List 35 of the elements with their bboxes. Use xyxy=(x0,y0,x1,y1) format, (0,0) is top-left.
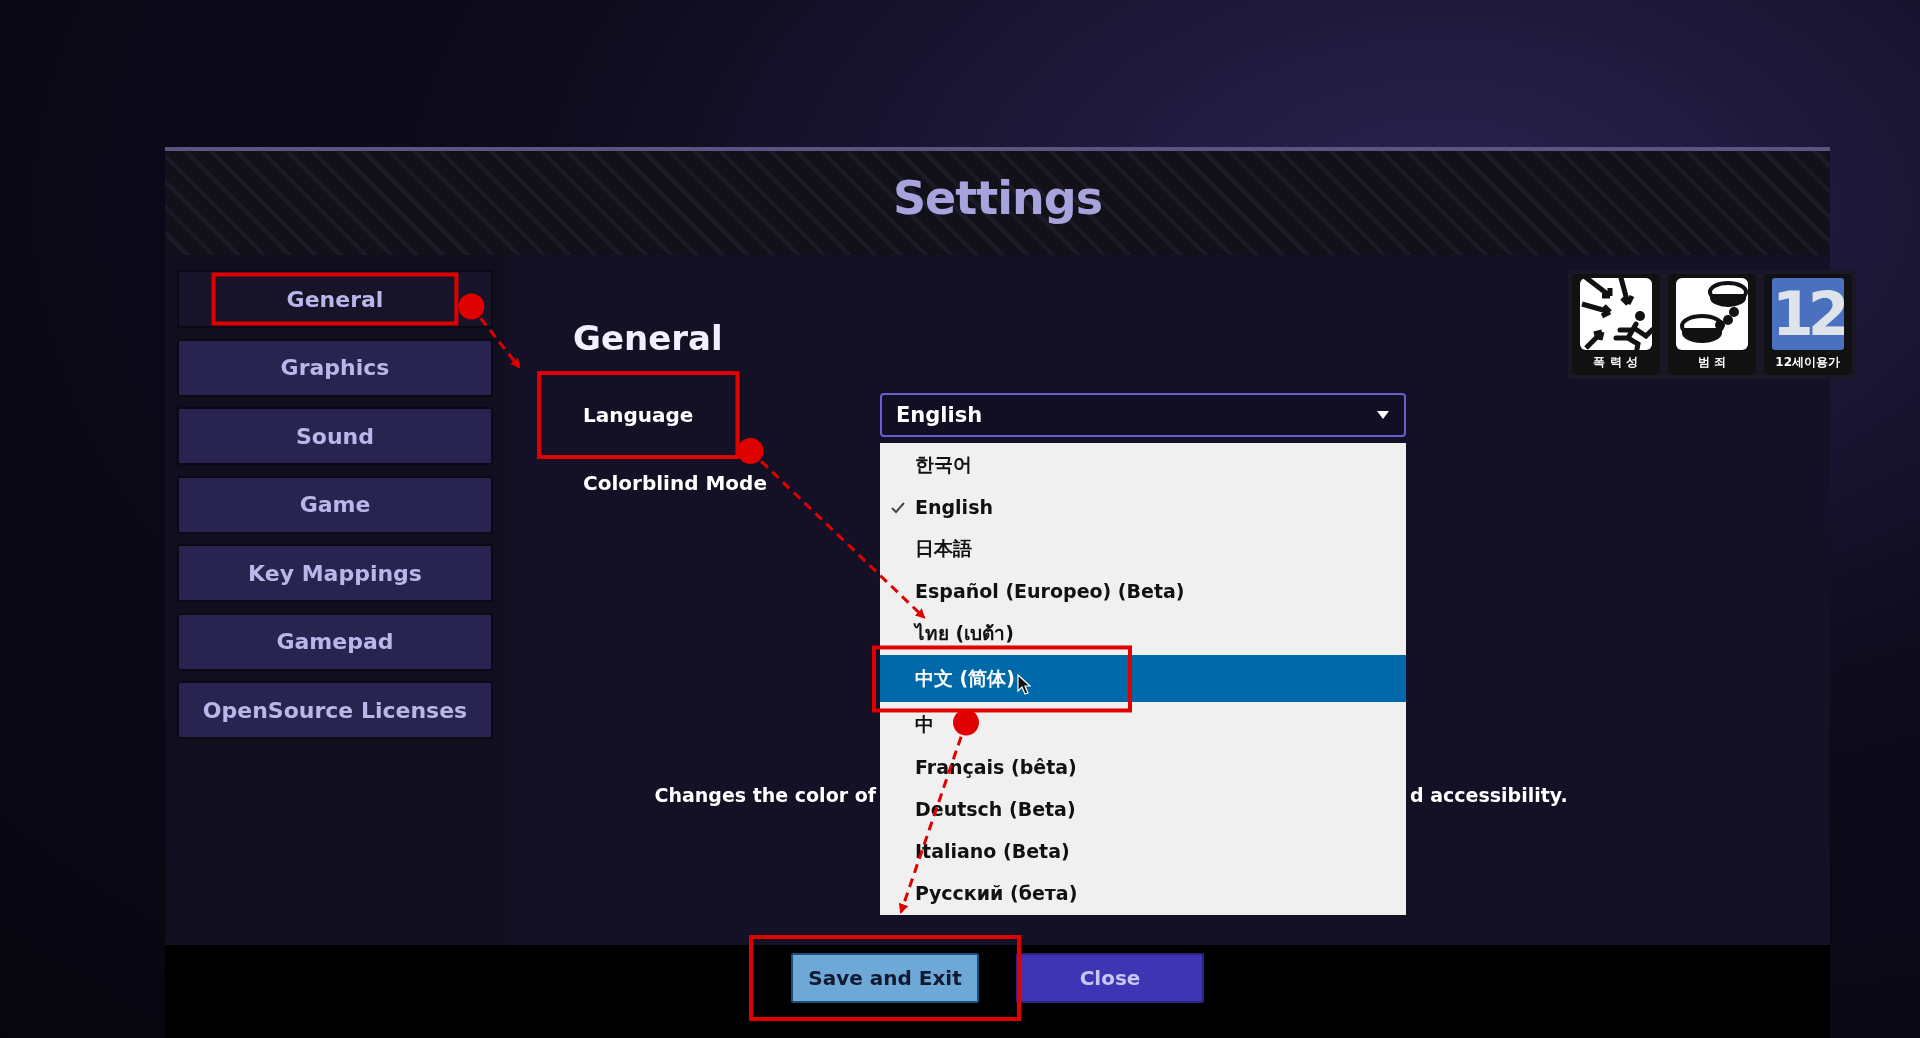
annotation-dot xyxy=(737,438,764,464)
setting-label: Language xyxy=(583,403,694,427)
language-dropdown[interactable]: English xyxy=(880,393,1406,437)
age-number: 12 xyxy=(1771,278,1844,350)
annotation-dot xyxy=(458,293,485,320)
setting-label: Colorblind Mode xyxy=(583,471,767,495)
dropdown-option[interactable]: 中 xyxy=(880,704,1406,745)
sidebar-tab[interactable]: Gamepad xyxy=(177,612,493,671)
dropdown-option[interactable]: 日本語 xyxy=(880,529,1406,570)
dropdown-option[interactable]: Italiano (Beta) xyxy=(880,830,1406,871)
dropdown-option[interactable]: Deutsch (Beta) xyxy=(880,788,1406,829)
sidebar-tab[interactable]: Graphics xyxy=(177,338,493,397)
window-title: Settings xyxy=(892,171,1103,225)
dropdown-option[interactable]: Français (bêta) xyxy=(880,746,1406,787)
description-text: d accessibility. xyxy=(1409,784,1568,806)
badge-label: 12세이용가 xyxy=(1775,354,1840,371)
sidebar-tab[interactable]: Game xyxy=(177,475,493,534)
section-heading: General xyxy=(573,317,724,360)
dropdown-option[interactable]: Русский (бета) xyxy=(880,872,1406,913)
badge-label: 폭 력 성 xyxy=(1593,354,1638,371)
description-text: Changes the color of xyxy=(654,784,878,806)
caret-icon xyxy=(1376,410,1390,420)
dropdown-option[interactable]: English xyxy=(880,487,1406,528)
sidebar-tab[interactable]: Sound xyxy=(177,407,493,465)
sidebar-tab[interactable]: OpenSource Licenses xyxy=(177,681,493,739)
dropdown-option[interactable]: Español (Europeo) (Beta) xyxy=(880,571,1406,612)
annotation-dot xyxy=(953,709,979,736)
dropdown-option[interactable]: 中文 (简体) xyxy=(880,655,1406,703)
save-button[interactable]: Save and Exit xyxy=(791,953,979,1003)
dropdown-option[interactable]: ไทย (เบต้า) xyxy=(880,613,1406,654)
mouse-cursor-icon xyxy=(1017,674,1031,696)
sidebar-tab[interactable]: Key Mappings xyxy=(177,544,493,602)
badge-label: 범 죄 xyxy=(1697,354,1726,371)
close-button[interactable]: Close xyxy=(1016,953,1204,1003)
dropdown-option[interactable]: 한국어 xyxy=(880,445,1406,486)
